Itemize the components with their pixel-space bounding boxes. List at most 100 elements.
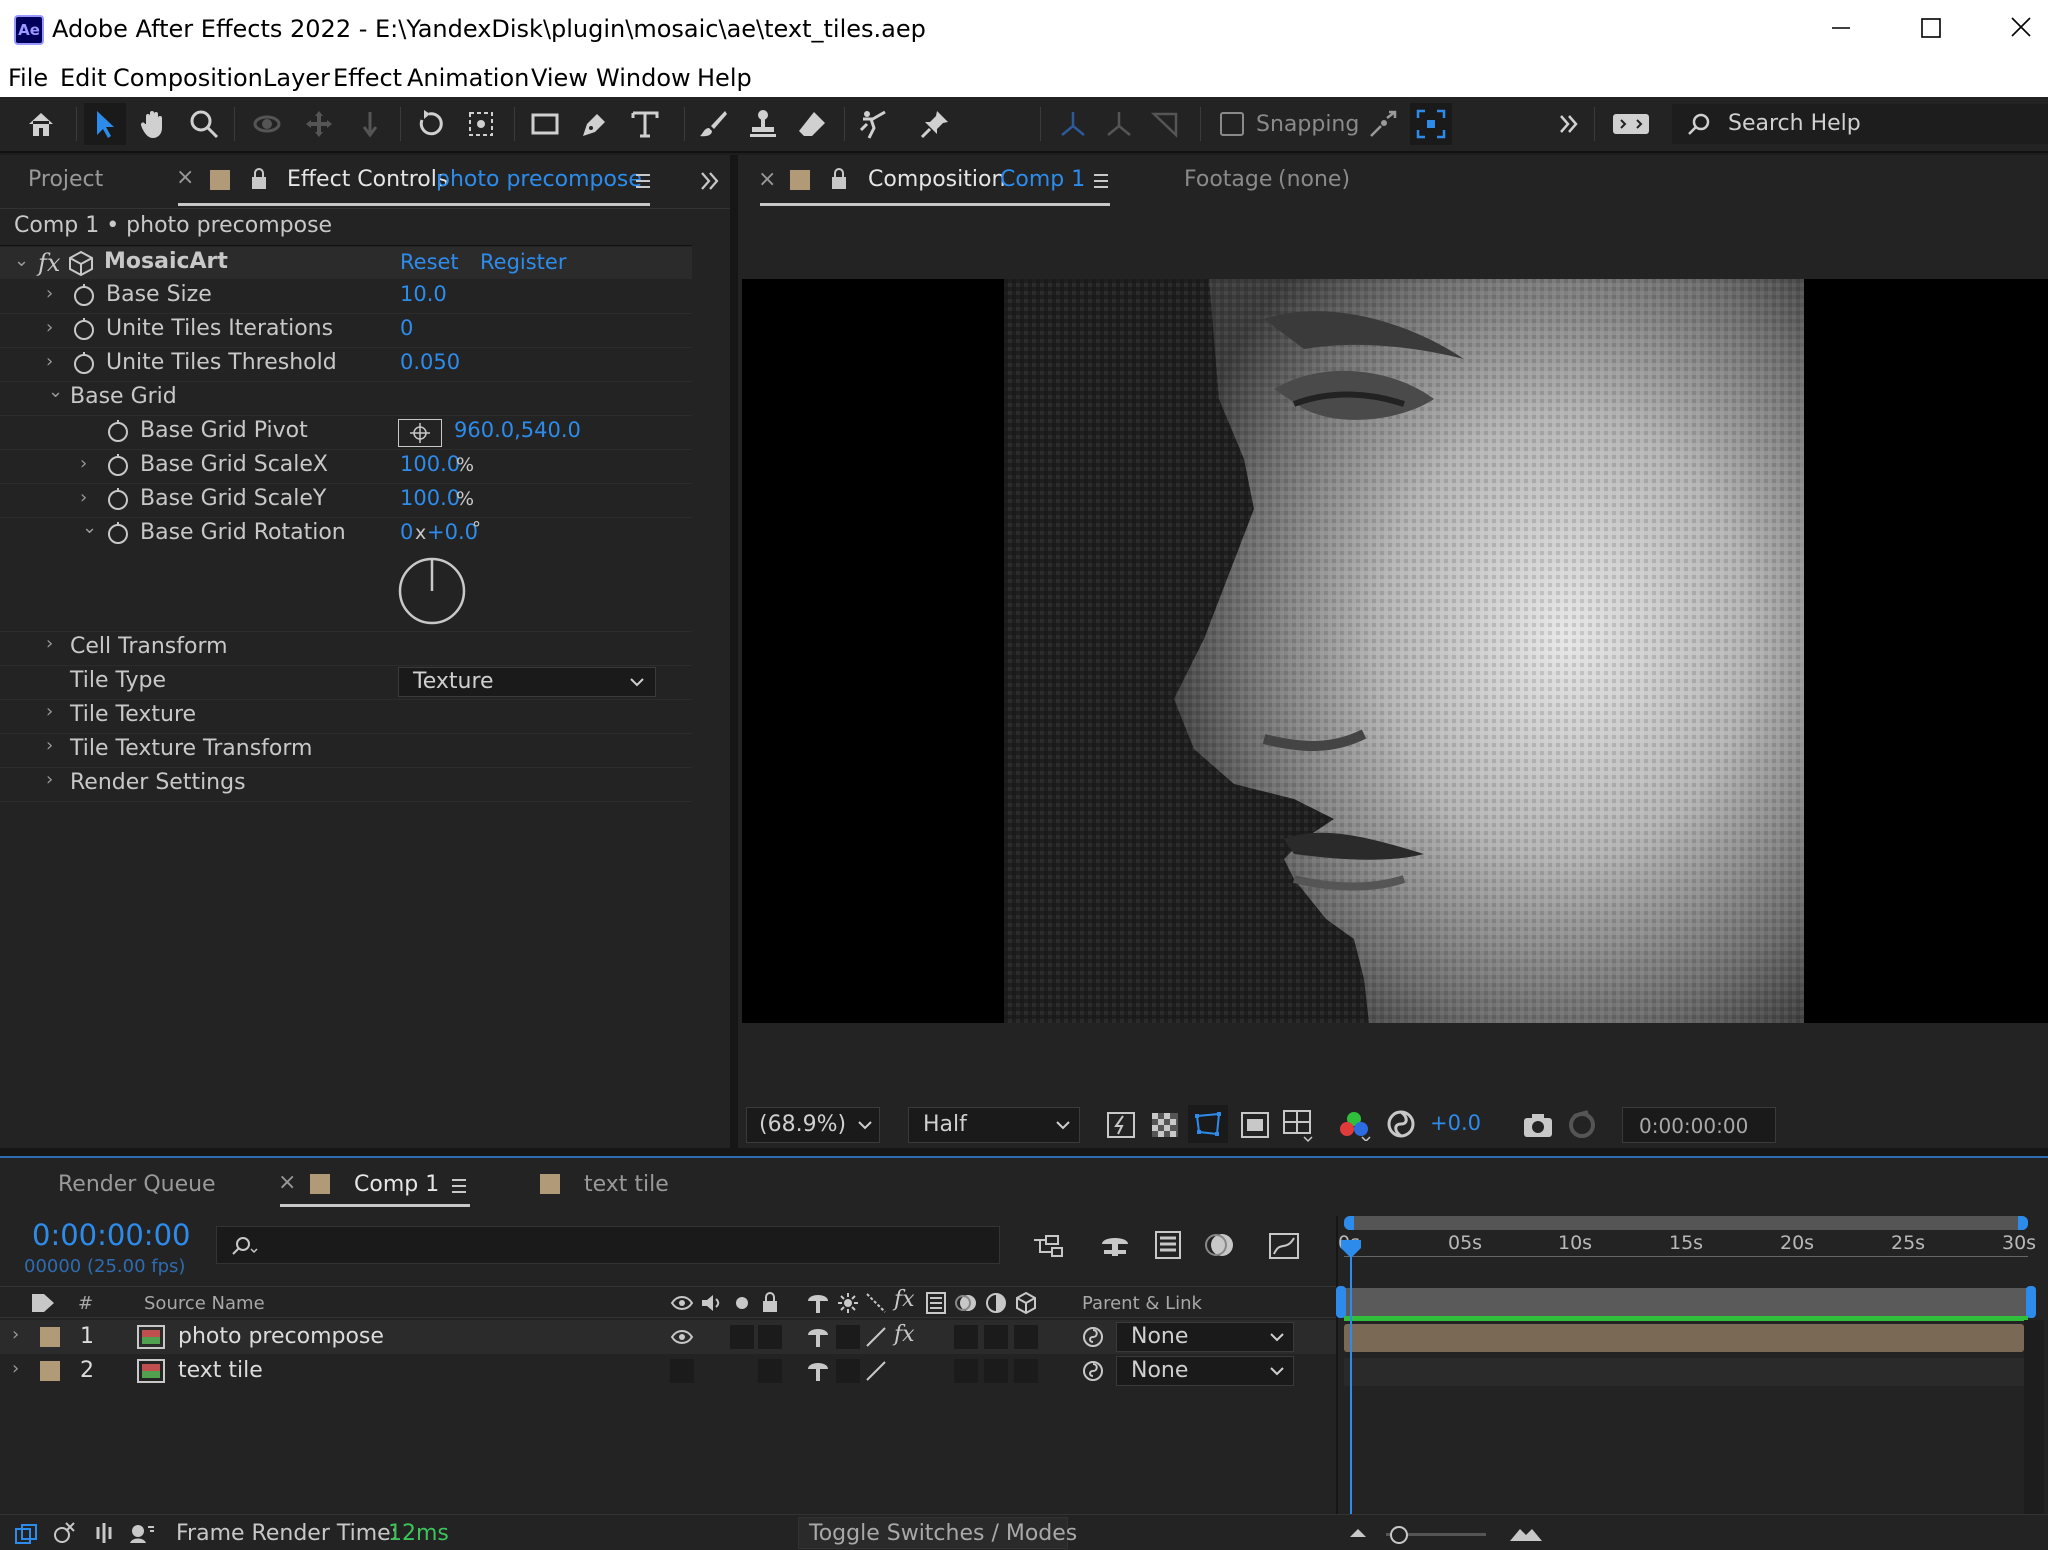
shy-icon[interactable]	[806, 1291, 830, 1315]
quality-switch-icon[interactable]	[864, 1359, 888, 1383]
motion-blur-column-icon[interactable]	[954, 1291, 978, 1315]
prop-value-rotation-revolutions[interactable]: 0	[400, 520, 413, 544]
tab-footage[interactable]: Footage	[1184, 167, 1272, 192]
panel-menu-icon[interactable]	[636, 173, 650, 189]
motion-blur-icon[interactable]	[1204, 1230, 1236, 1260]
expand-chevron-icon[interactable]: ›	[46, 351, 53, 372]
stopwatch-icon[interactable]	[106, 453, 130, 477]
composition-mini-flowchart-icon[interactable]	[1032, 1232, 1068, 1260]
snap-to-edges-icon[interactable]	[1410, 103, 1452, 145]
pivot-point-picker[interactable]	[398, 419, 442, 447]
rectangle-tool-icon[interactable]	[524, 103, 566, 145]
layer-duration-bar[interactable]	[1344, 1324, 2024, 1352]
zoom-in-icon[interactable]	[1508, 1523, 1544, 1543]
audio-icon[interactable]	[700, 1293, 724, 1313]
minimize-button[interactable]	[1804, 8, 1878, 52]
frame-blend-column-icon[interactable]	[924, 1291, 948, 1315]
parent-dropdown[interactable]: None	[1116, 1356, 1294, 1386]
solo-icon[interactable]	[734, 1295, 750, 1311]
resolution-dropdown[interactable]: Half	[908, 1107, 1080, 1143]
show-snapshot-icon[interactable]	[1566, 1109, 1598, 1139]
type-tool-icon[interactable]	[624, 103, 666, 145]
close-tab-icon[interactable]: ×	[758, 167, 776, 192]
home-icon[interactable]	[20, 103, 62, 145]
expand-chevron-icon[interactable]: ›	[46, 735, 53, 756]
column-number[interactable]: #	[78, 1293, 93, 1314]
expand-chevron-icon[interactable]: ›	[46, 317, 53, 338]
parent-dropdown[interactable]: None	[1116, 1322, 1294, 1352]
pick-whip-icon[interactable]	[1080, 1359, 1106, 1383]
grid-guides-icon[interactable]	[1282, 1109, 1316, 1143]
adjustment-layer-icon[interactable]	[984, 1291, 1008, 1315]
effects-switch-icon[interactable]: fx	[894, 1322, 915, 1347]
work-area-bar[interactable]	[1336, 1286, 2036, 1318]
stopwatch-icon[interactable]	[106, 419, 130, 443]
transparency-grid-icon[interactable]	[1150, 1111, 1180, 1139]
menu-layer[interactable]: Layer	[263, 64, 330, 92]
clone-stamp-icon[interactable]	[742, 103, 784, 145]
quality-icon[interactable]	[864, 1291, 888, 1315]
orbit-camera-icon[interactable]	[246, 103, 288, 145]
expand-chevron-icon[interactable]: ›	[80, 487, 87, 508]
expand-chevron-icon[interactable]: ›	[12, 1324, 19, 1345]
layer-duration-bar[interactable]	[1344, 1358, 2024, 1386]
menu-animation[interactable]: Animation	[407, 64, 529, 92]
stopwatch-icon[interactable]	[106, 487, 130, 511]
stopwatch-icon[interactable]	[72, 317, 96, 341]
hand-tool-icon[interactable]	[132, 103, 174, 145]
menu-file[interactable]: File	[8, 64, 48, 92]
close-window-button[interactable]	[1984, 8, 2048, 52]
pick-whip-icon[interactable]	[1080, 1325, 1106, 1349]
tab-project[interactable]: Project	[28, 167, 103, 192]
puppet-pin-icon[interactable]	[914, 103, 956, 145]
prop-value-unite-threshold[interactable]: 0.050	[400, 350, 460, 374]
menu-composition[interactable]: Composition	[113, 64, 263, 92]
modes-toggle-icon[interactable]	[52, 1521, 78, 1545]
time-navigator-bar[interactable]	[1344, 1216, 2028, 1230]
collapse-transformations-icon[interactable]	[836, 1291, 860, 1315]
prop-value-base-size[interactable]: 10.0	[400, 282, 447, 306]
zoom-out-icon[interactable]	[1348, 1525, 1368, 1541]
collapse-chevron-icon[interactable]: ⌄	[48, 381, 63, 402]
pan-behind-icon[interactable]	[460, 103, 502, 145]
panel-overflow-icon[interactable]	[698, 169, 722, 193]
layer-row[interactable]: › 1 photo precompose fx None	[0, 1320, 1336, 1354]
timeline-current-time[interactable]: 0:00:00:00	[32, 1218, 190, 1252]
visibility-eye-icon[interactable]	[670, 1327, 694, 1347]
timeline-graph-area[interactable]: 0s 05s 10s 15s 20s 25s 30s	[1336, 1216, 2048, 1550]
rotation-tool-icon[interactable]	[410, 103, 452, 145]
reset-link[interactable]: Reset	[400, 250, 459, 274]
fx-icon[interactable]: fx	[38, 249, 60, 277]
expand-chevron-icon[interactable]: ›	[12, 1358, 19, 1379]
menu-effect[interactable]: Effect	[333, 64, 402, 92]
layer-label-swatch[interactable]	[40, 1327, 60, 1347]
current-time-indicator-line[interactable]	[1350, 1246, 1352, 1550]
quality-switch-icon[interactable]	[864, 1325, 888, 1349]
tab-text-tile[interactable]: text tile	[584, 1172, 669, 1197]
lock-icon[interactable]	[250, 167, 268, 191]
layer-row[interactable]: › 2 text tile None	[0, 1354, 1336, 1388]
selection-tool-icon[interactable]	[84, 103, 126, 145]
stopwatch-icon[interactable]	[106, 521, 130, 545]
prop-value-scale-x[interactable]: 100.0	[400, 452, 460, 476]
close-tab-icon[interactable]: ×	[278, 1170, 296, 1195]
snapping-checkbox[interactable]	[1214, 103, 1250, 145]
search-help-input[interactable]: Search Help	[1672, 104, 2048, 144]
graph-editor-icon[interactable]	[1268, 1230, 1302, 1260]
menu-edit[interactable]: Edit	[60, 64, 106, 92]
effects-column-icon[interactable]: fx	[894, 1287, 915, 1312]
register-link[interactable]: Register	[480, 250, 566, 274]
roto-brush-icon[interactable]	[852, 103, 894, 145]
video-visibility-icon[interactable]	[670, 1293, 694, 1313]
expand-chevron-icon[interactable]: ›	[46, 769, 53, 790]
exposure-value[interactable]: +0.0	[1430, 1111, 1481, 1135]
panel-menu-icon[interactable]	[452, 1178, 466, 1194]
prop-value-unite-iterations[interactable]: 0	[400, 316, 413, 340]
maximize-button[interactable]	[1894, 8, 1968, 52]
layer-switches-toggle-icon[interactable]	[14, 1523, 38, 1545]
collapse-chevron-icon[interactable]: ⌄	[14, 250, 29, 271]
render-time-icon[interactable]	[128, 1521, 156, 1545]
expand-chevron-icon[interactable]: ›	[80, 453, 87, 474]
timeline-zoom-thumb[interactable]	[1390, 1526, 1408, 1544]
in-out-panel-icon[interactable]	[92, 1521, 116, 1545]
